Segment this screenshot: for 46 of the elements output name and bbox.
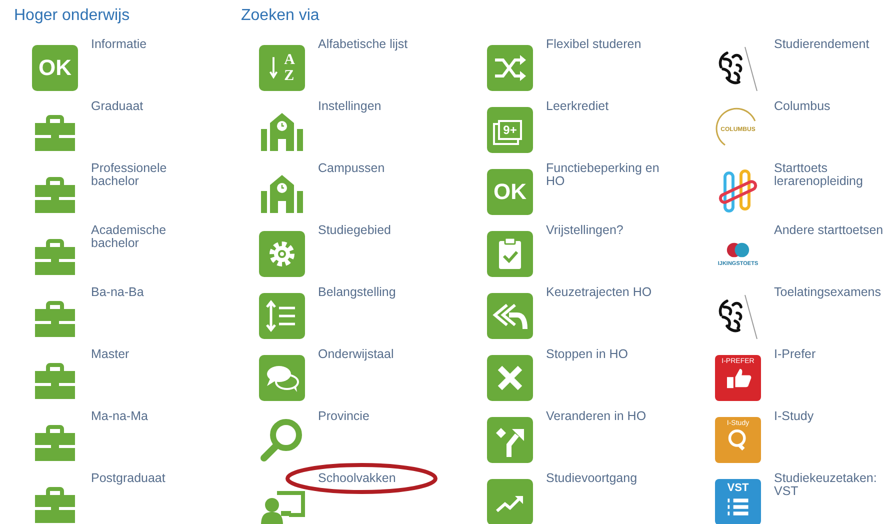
link-label[interactable]: Graduaat — [91, 100, 191, 114]
stacked-pages-icon: 9+ — [487, 107, 533, 153]
section-heading: Hoger onderwijs — [14, 6, 131, 26]
link-label[interactable]: I-Study — [774, 410, 886, 424]
link-label[interactable]: Campussen — [318, 162, 438, 176]
link-label[interactable]: Instellingen — [318, 100, 438, 114]
chat-icon — [259, 355, 305, 401]
link-label[interactable]: Studiegebied — [318, 224, 438, 238]
ok-icon: OK — [32, 45, 78, 91]
link-label[interactable]: Belangstelling — [318, 286, 438, 300]
link-label[interactable]: Onderwijstaal — [318, 348, 438, 362]
shuffle-icon — [487, 45, 533, 91]
clipboard-check-icon — [487, 231, 533, 277]
link-label[interactable]: Columbus — [774, 100, 886, 114]
list-logo: VST — [715, 479, 761, 524]
link-label[interactable]: Starttoets lerarenopleiding — [774, 162, 886, 188]
ok-icon: OK — [487, 169, 533, 215]
sort-alpha-icon: A Z — [259, 45, 305, 91]
sort-list-icon — [259, 293, 305, 339]
search-icon — [259, 417, 305, 463]
link-label[interactable]: Flexibel studeren — [546, 38, 666, 52]
link-label[interactable]: Informatie — [91, 38, 191, 52]
link-label[interactable]: Ba-na-Ba — [91, 286, 191, 300]
gear-icon — [259, 231, 305, 277]
link-label[interactable]: Alfabetische lijst — [318, 38, 438, 52]
link-label[interactable]: Stoppen in HO — [546, 348, 666, 362]
link-label[interactable]: Studievoortgang — [546, 472, 666, 486]
link-label[interactable]: Vrijstellingen? — [546, 224, 666, 238]
link-label[interactable]: Functiebeperking en HO — [546, 162, 666, 188]
link-label[interactable]: Professionele bachelor — [91, 162, 191, 188]
link-label[interactable]: I-Prefer — [774, 348, 886, 362]
link-label[interactable]: Leerkrediet — [546, 100, 666, 114]
reply-all-icon — [487, 293, 533, 339]
link-label[interactable]: Keuzetrajecten HO — [546, 286, 666, 300]
link-label[interactable]: Provincie — [318, 410, 438, 424]
link-label[interactable]: Toelatingsexamens — [774, 286, 886, 300]
link-label[interactable]: Master — [91, 348, 191, 362]
link-label[interactable]: Postgraduaat — [91, 472, 191, 486]
link-label[interactable]: Ma-na-Ma — [91, 410, 191, 424]
section-heading: Zoeken via — [241, 6, 320, 26]
link-label[interactable]: Andere starttoetsen — [774, 224, 886, 238]
link-label[interactable]: Studierendement — [774, 38, 886, 52]
link-label[interactable]: Academische bachelor — [91, 224, 191, 250]
link-label[interactable]: Veranderen in HO — [546, 410, 666, 424]
link-label[interactable]: Studiekeuzetaken: VST — [774, 472, 886, 498]
close-icon — [487, 355, 533, 401]
